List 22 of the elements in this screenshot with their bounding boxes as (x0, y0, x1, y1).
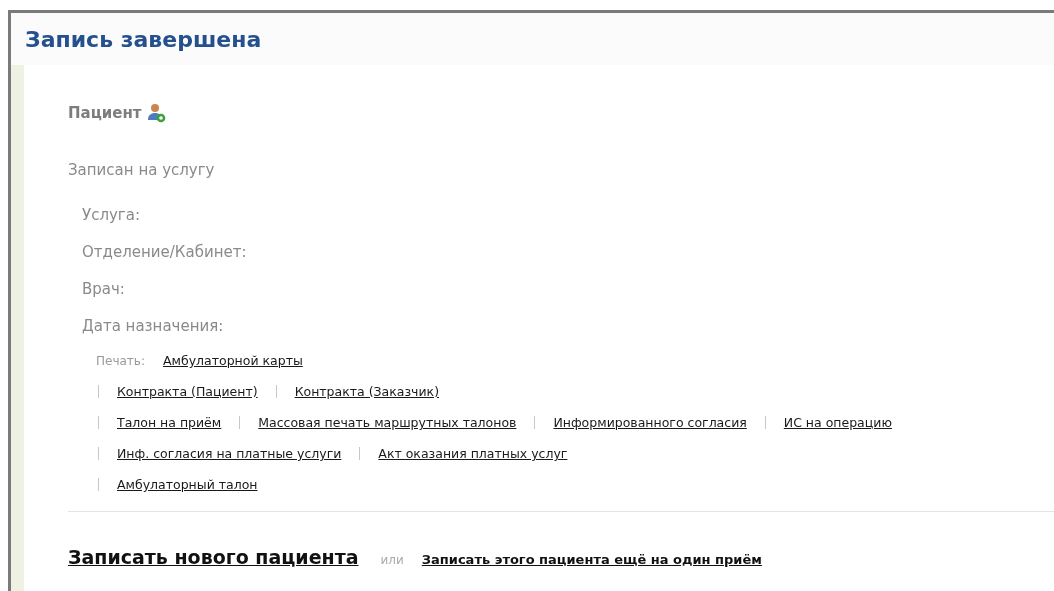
new-patient-link[interactable]: Записать нового пациента (68, 546, 359, 568)
print-link[interactable]: Талон на приём (117, 415, 222, 430)
print-link[interactable]: Амбулаторный талон (117, 477, 258, 492)
print-link[interactable]: Инф. согласия на платные услуги (117, 446, 342, 461)
field-label: Отделение/Кабинет: (82, 242, 248, 263)
print-link[interactable]: Массовая печать маршрутных талонов (258, 415, 517, 430)
print-link[interactable]: Информированного согласия (553, 415, 747, 430)
print-link[interactable]: Контракта (Заказчик) (294, 384, 439, 399)
print-link[interactable]: ИС на операцию (783, 415, 892, 430)
page-title: Запись завершена (25, 26, 262, 52)
field-label: Услуга: (82, 205, 141, 226)
print-link[interactable]: Акт оказания платных услуг (378, 446, 568, 461)
print-link[interactable]: Амбулаторной карты (162, 353, 303, 368)
section-heading: Записан на услугу (68, 161, 216, 179)
or-text: или (380, 553, 404, 567)
field-label: Врач: (82, 279, 126, 300)
repeat-appointment-link[interactable]: Записать этого пациента ещё на один приём (421, 552, 762, 567)
print-link[interactable]: Контракта (Пациент) (117, 384, 258, 399)
print-label: Печать: (96, 353, 145, 368)
user-add-icon[interactable] (147, 103, 166, 123)
field-label: Дата назначения: (82, 316, 225, 337)
patient-label: Пациент (68, 104, 142, 122)
